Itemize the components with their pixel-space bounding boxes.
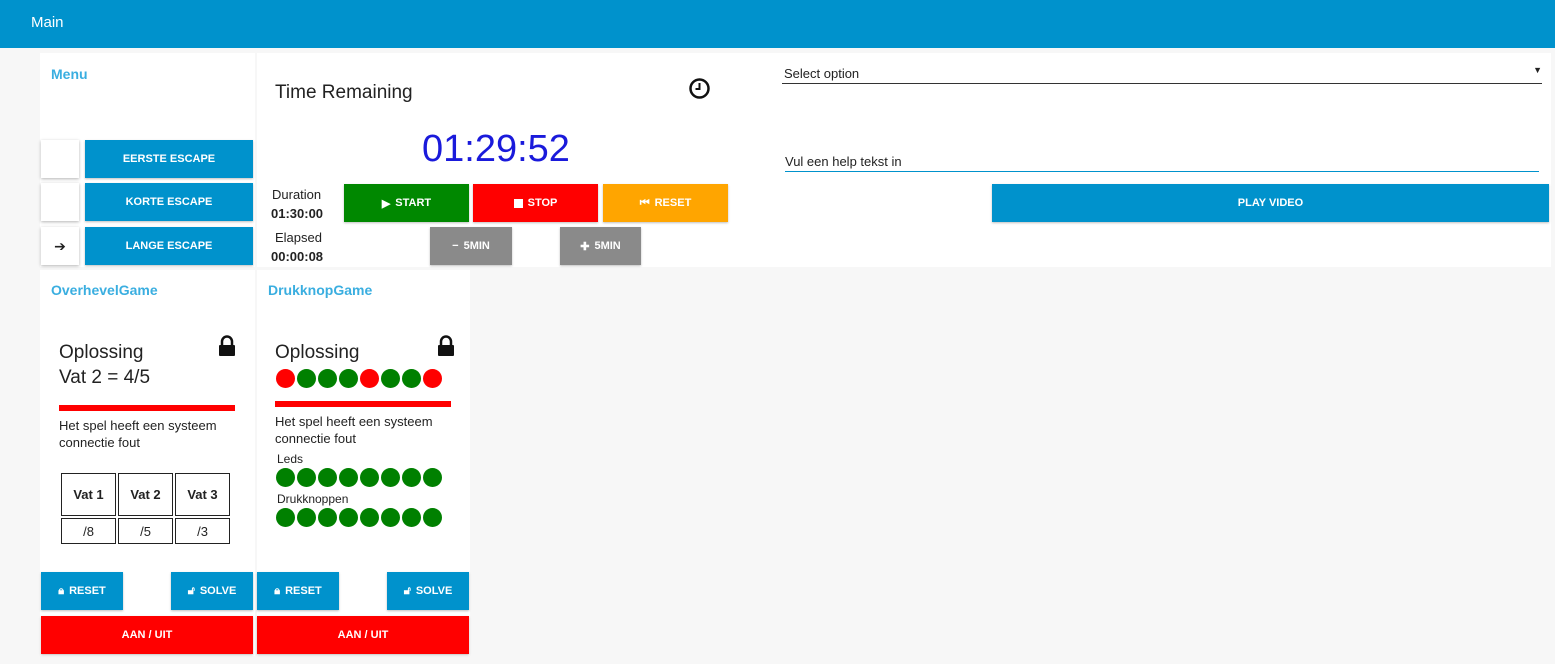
menu-item-eerste-escape[interactable]: EERSTE ESCAPE [85, 140, 253, 178]
time-remaining-heading: Time Remaining [275, 82, 413, 103]
vat-header-2: Vat 2 [118, 473, 173, 516]
menu-marker-2[interactable] [41, 183, 79, 221]
elapsed-value: 00:00:08 [271, 249, 324, 264]
menu-item-korte-escape[interactable]: KORTE ESCAPE [85, 183, 253, 221]
menu-item-lange-escape[interactable]: LANGE ESCAPE [85, 227, 253, 265]
overhevel-solution-label: Oplossing [59, 342, 144, 363]
stop-icon [513, 198, 523, 208]
app-header: Main [0, 0, 1555, 48]
overhevel-power-button[interactable]: AAN / UIT [41, 616, 253, 654]
duration-label: Duration [272, 187, 322, 202]
vat-table: Vat 1 Vat 2 Vat 3 /8 /5 /3 [59, 471, 232, 546]
elapsed-label: Elapsed [275, 230, 322, 245]
indicator-dot [360, 468, 379, 487]
help-text-input[interactable]: Vul een help tekst in [785, 152, 1539, 172]
indicator-dot [423, 369, 442, 388]
reset-timer-button[interactable]: ⏮ RESET [603, 184, 728, 222]
minus-icon: − [452, 240, 459, 252]
lock-icon [436, 335, 456, 362]
indicator-dot [381, 468, 400, 487]
drukknop-solve-button[interactable]: 🔓︎ SOLVE [387, 572, 469, 610]
vat-value-3: /3 [175, 518, 230, 544]
duration-value: 01:30:00 [271, 206, 324, 221]
indicator-dot [381, 508, 400, 527]
drukknop-game-title: DrukknopGame [268, 282, 373, 298]
menu-marker-1[interactable] [41, 140, 79, 178]
menu-marker-3[interactable]: ➔ [41, 227, 79, 265]
lock-icon [217, 335, 237, 362]
solution-dots [276, 369, 442, 388]
indicator-dot [318, 369, 337, 388]
plus-5min-button[interactable]: ✚ 5MIN [560, 227, 641, 265]
overhevel-game-title: OverhevelGame [51, 282, 158, 298]
overhevel-error-text: Het spel heeft een systeem connectie fou… [59, 418, 217, 450]
app-title: Main [31, 14, 64, 31]
indicator-dot [360, 508, 379, 527]
stop-button[interactable]: STOP [473, 184, 598, 222]
menu-title: Menu [51, 66, 88, 82]
indicator-dot [402, 468, 421, 487]
play-icon: ▶ [381, 197, 391, 210]
minus-5min-button[interactable]: −5MIN [430, 227, 512, 265]
indicator-dot [339, 508, 358, 527]
indicator-dot [423, 508, 442, 527]
overhevel-status-bar [59, 405, 235, 411]
video-select[interactable]: Select option ▼ [782, 63, 1542, 84]
drukknoppen-dots [276, 508, 442, 527]
indicator-dot [297, 369, 316, 388]
vat-value-2: /5 [118, 518, 173, 544]
leds-label: Leds [277, 452, 304, 466]
plus-icon: ✚ [580, 240, 590, 253]
drukknop-reset-button[interactable]: 🔒︎ RESET [257, 572, 339, 610]
indicator-dot [402, 369, 421, 388]
indicator-dot [276, 468, 295, 487]
indicator-dot [297, 468, 316, 487]
indicator-dot [402, 508, 421, 527]
play-video-button[interactable]: PLAY VIDEO [992, 184, 1549, 222]
overhevel-solution-value: Vat 2 = 4/5 [59, 367, 151, 388]
indicator-dot [318, 468, 337, 487]
unlock-icon: 🔓︎ [187, 584, 195, 597]
indicator-dot [276, 369, 295, 388]
drukknop-status-bar [275, 401, 451, 407]
lock-icon: 🔒︎ [58, 584, 65, 597]
indicator-dot [318, 508, 337, 527]
overhevel-reset-button[interactable]: 🔒︎ RESET [41, 572, 123, 610]
leds-dots [276, 468, 442, 487]
unlock-icon: 🔓︎ [403, 584, 411, 597]
drukknop-error-text: Het spel heeft een systeem connectie fou… [275, 414, 433, 446]
indicator-dot [297, 508, 316, 527]
rewind-icon: ⏮ [639, 196, 650, 209]
overhevel-solve-button[interactable]: 🔓︎ SOLVE [171, 572, 253, 610]
indicator-dot [381, 369, 400, 388]
clock-icon [688, 77, 711, 105]
indicator-dot [423, 468, 442, 487]
start-button[interactable]: ▶ START [344, 184, 469, 222]
vat-header-1: Vat 1 [61, 473, 116, 516]
indicator-dot [339, 468, 358, 487]
indicator-dot [360, 369, 379, 388]
drukknoppen-label: Drukknoppen [277, 492, 349, 506]
drukknop-solution-label: Oplossing [275, 342, 360, 363]
lock-icon: 🔒︎ [274, 584, 281, 597]
vat-header-3: Vat 3 [175, 473, 230, 516]
indicator-dot [276, 508, 295, 527]
drukknop-power-button[interactable]: AAN / UIT [257, 616, 469, 654]
time-remaining-value: 01:29:52 [422, 128, 570, 170]
indicator-dot [339, 369, 358, 388]
dropdown-arrow-icon: ▼ [1533, 65, 1542, 75]
vat-value-1: /8 [61, 518, 116, 544]
